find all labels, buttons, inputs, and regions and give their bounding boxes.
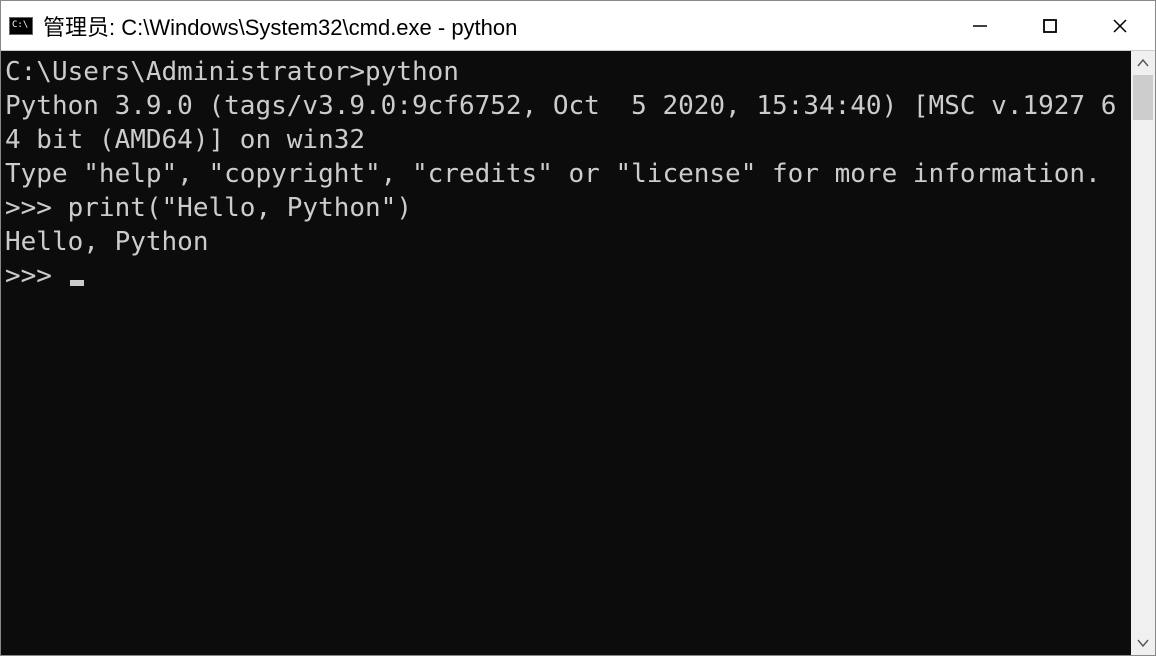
chevron-down-icon (1137, 638, 1149, 648)
content-area: C:\Users\Administrator>pythonPython 3.9.… (1, 51, 1155, 655)
scroll-down-button[interactable] (1131, 631, 1155, 655)
terminal-line-version: Python 3.9.0 (tags/v3.9.0:9cf6752, Oct 5… (5, 89, 1127, 157)
app-icon (9, 15, 33, 37)
terminal-line-help: Type "help", "copyright", "credits" or "… (5, 157, 1127, 191)
titlebar[interactable]: 管理员: C:\Windows\System32\cmd.exe - pytho… (1, 1, 1155, 51)
terminal[interactable]: C:\Users\Administrator>pythonPython 3.9.… (1, 51, 1131, 655)
minimize-icon (971, 17, 989, 35)
terminal-line-output: Hello, Python (5, 225, 1127, 259)
window-controls (945, 1, 1155, 50)
maximize-icon (1041, 17, 1059, 35)
window-frame: 管理员: C:\Windows\System32\cmd.exe - pytho… (0, 0, 1156, 656)
chevron-up-icon (1137, 58, 1149, 68)
terminal-prompt: >>> (5, 261, 68, 291)
scroll-up-button[interactable] (1131, 51, 1155, 75)
terminal-line-input: >>> print("Hello, Python") (5, 191, 1127, 225)
cursor-icon (70, 280, 84, 286)
scrollbar[interactable] (1131, 51, 1155, 655)
minimize-button[interactable] (945, 1, 1015, 50)
close-icon (1111, 17, 1129, 35)
close-button[interactable] (1085, 1, 1155, 50)
scroll-thumb[interactable] (1133, 75, 1153, 120)
terminal-line-prompt-cmd: C:\Users\Administrator>python (5, 55, 1127, 89)
maximize-button[interactable] (1015, 1, 1085, 50)
scroll-track[interactable] (1131, 75, 1155, 631)
window-title: 管理员: C:\Windows\System32\cmd.exe - pytho… (43, 10, 945, 42)
